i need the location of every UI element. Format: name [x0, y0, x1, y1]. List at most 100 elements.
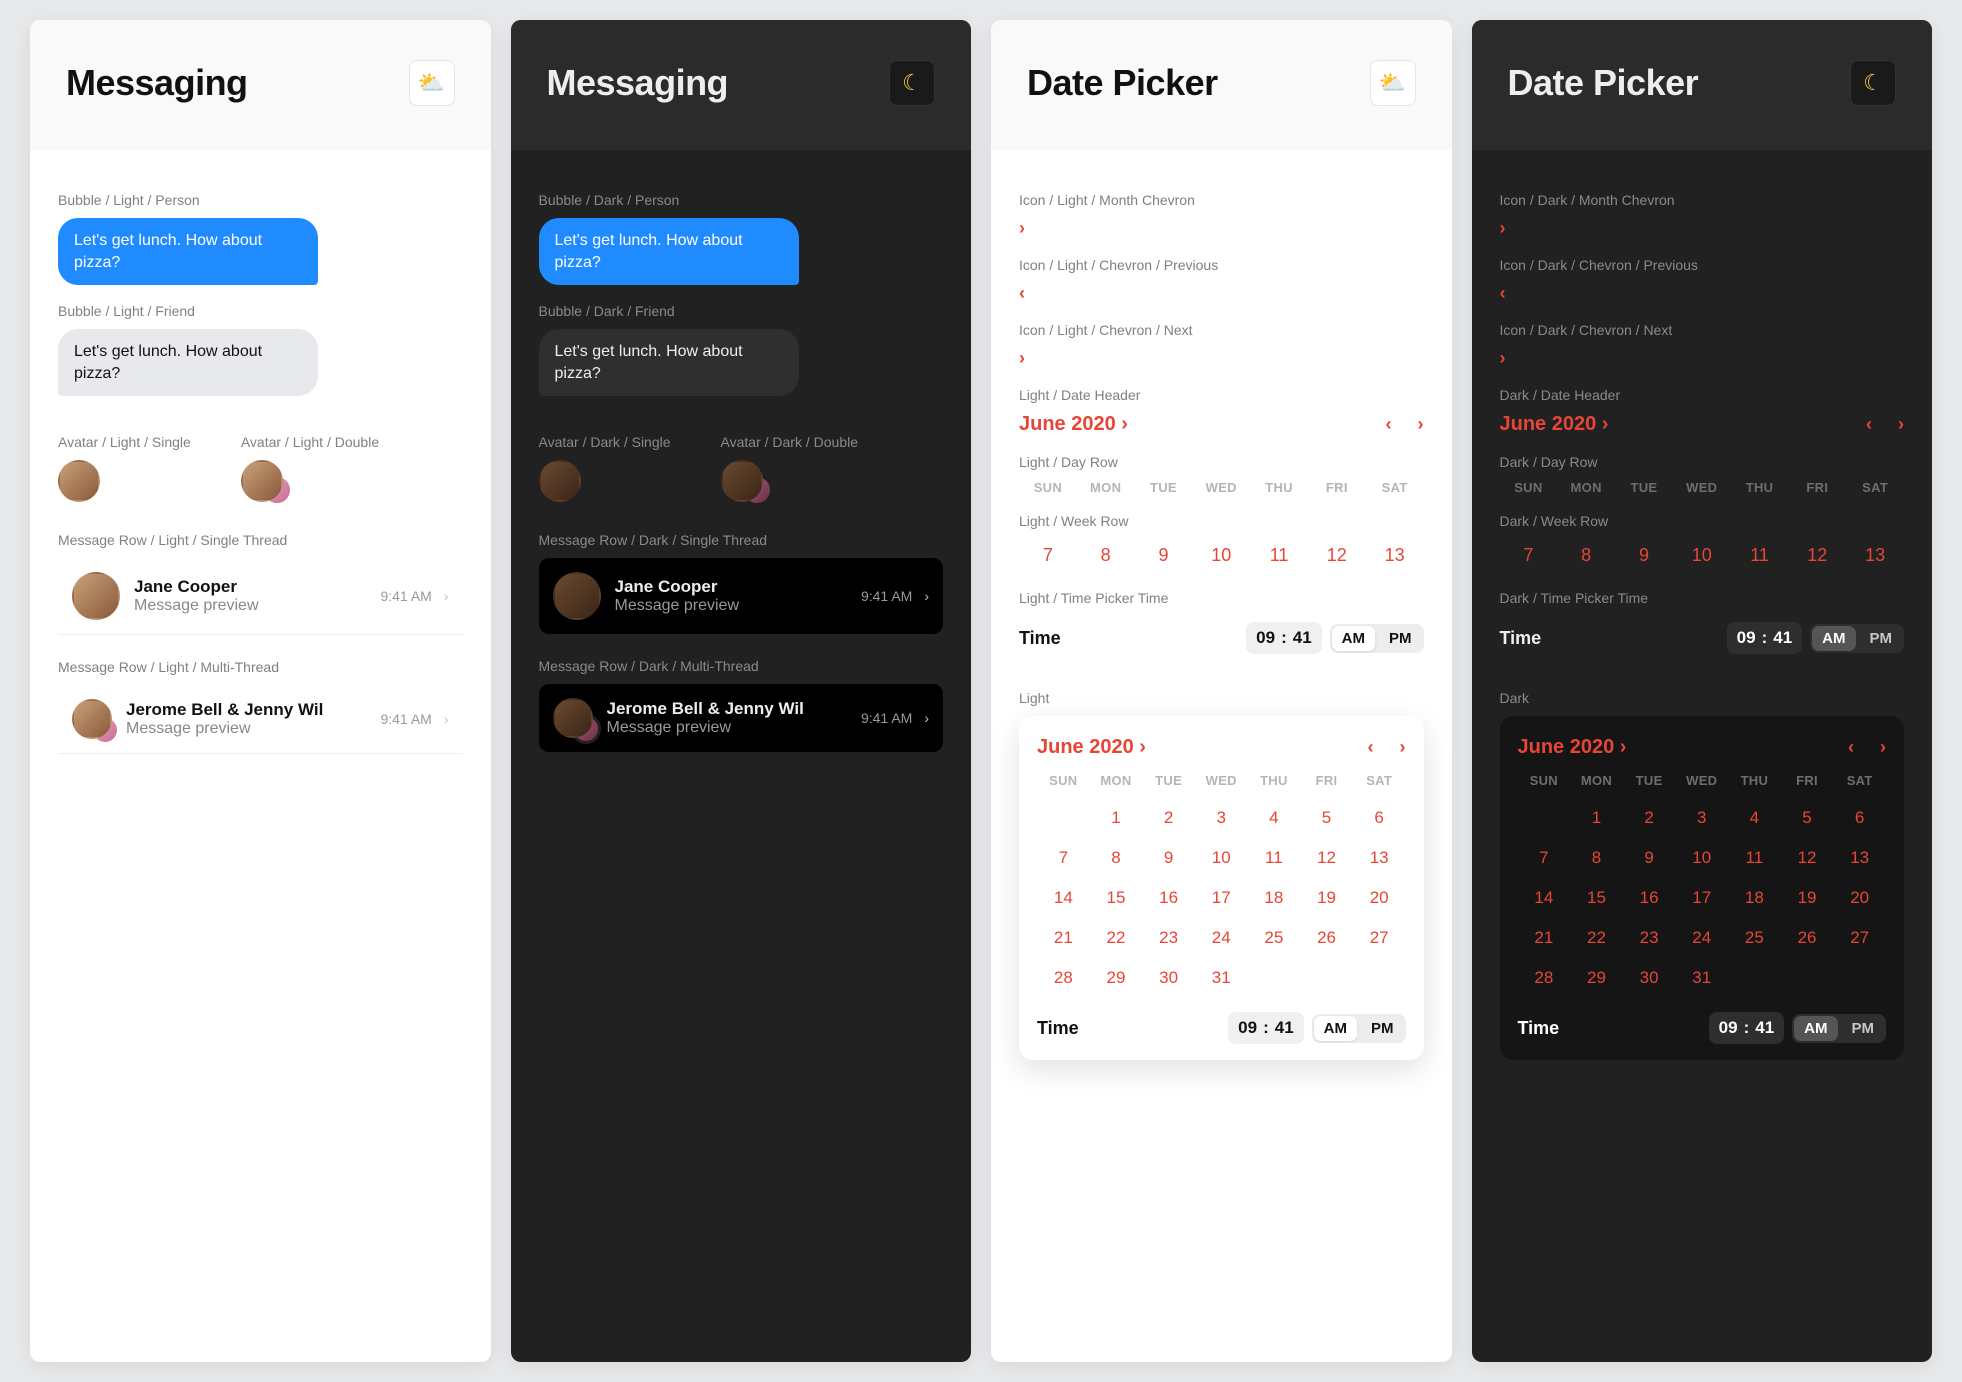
calendar-day[interactable]: 28	[1518, 958, 1571, 998]
calendar-day[interactable]: 5	[1300, 798, 1353, 838]
calendar-day[interactable]: 1	[1570, 798, 1623, 838]
calendar-day[interactable]: 24	[1195, 918, 1248, 958]
calendar-day[interactable]: 30	[1142, 958, 1195, 998]
calendar-day[interactable]: 17	[1195, 878, 1248, 918]
calendar-day[interactable]: 25	[1248, 918, 1301, 958]
ampm-segment[interactable]: AM PM	[1792, 1014, 1886, 1043]
calendar-day[interactable]: 26	[1781, 918, 1834, 958]
message-row-single[interactable]: Jane Cooper Message preview 9:41 AM ›	[58, 558, 463, 635]
time-value[interactable]: 09:41	[1727, 622, 1803, 654]
calendar-day[interactable]: 29	[1090, 958, 1143, 998]
calendar-day[interactable]: 18	[1728, 878, 1781, 918]
calendar-day[interactable]: 31	[1195, 958, 1248, 998]
prev-month-button[interactable]: ‹	[1866, 414, 1872, 435]
calendar-day[interactable]: 14	[1037, 878, 1090, 918]
calendar-day[interactable]: 22	[1570, 918, 1623, 958]
calendar-day[interactable]: 10	[1192, 539, 1250, 572]
calendar-day[interactable]: 14	[1518, 878, 1571, 918]
calendar-day[interactable]: 13	[1833, 838, 1886, 878]
calendar-day[interactable]: 10	[1673, 539, 1731, 572]
calendar-day[interactable]: 11	[1248, 838, 1301, 878]
ampm-segment[interactable]: AM PM	[1330, 624, 1424, 653]
calendar-day[interactable]: 26	[1300, 918, 1353, 958]
calendar-day[interactable]: 6	[1833, 798, 1886, 838]
calendar-day[interactable]: 8	[1090, 838, 1143, 878]
month-selector[interactable]: June 2020 ›	[1500, 413, 1609, 436]
calendar-day[interactable]: 15	[1090, 878, 1143, 918]
calendar-day[interactable]: 12	[1300, 838, 1353, 878]
calendar-day[interactable]: 9	[1623, 838, 1676, 878]
calendar-day[interactable]: 11	[1250, 539, 1308, 572]
ampm-segment[interactable]: AM PM	[1312, 1014, 1406, 1043]
calendar-day[interactable]: 18	[1248, 878, 1301, 918]
calendar-day[interactable]: 19	[1781, 878, 1834, 918]
message-row-multi[interactable]: Jerome Bell & Jenny Wil Message preview …	[58, 685, 463, 754]
calendar-day[interactable]: 16	[1623, 878, 1676, 918]
pm-option[interactable]: PM	[1858, 624, 1905, 653]
am-option[interactable]: AM	[1314, 1016, 1357, 1041]
month-selector[interactable]: June 2020 ›	[1037, 736, 1146, 759]
calendar-day[interactable]: 9	[1135, 539, 1193, 572]
calendar-day[interactable]: 13	[1846, 539, 1904, 572]
calendar-day[interactable]: 2	[1623, 798, 1676, 838]
calendar-day[interactable]: 20	[1353, 878, 1406, 918]
calendar-day[interactable]: 25	[1728, 918, 1781, 958]
calendar-day[interactable]: 4	[1248, 798, 1301, 838]
calendar-day[interactable]: 29	[1570, 958, 1623, 998]
calendar-day[interactable]: 9	[1142, 838, 1195, 878]
theme-toggle-button[interactable]: ☾	[889, 60, 935, 106]
theme-toggle-button[interactable]: ⛅	[409, 60, 455, 106]
pm-option[interactable]: PM	[1840, 1014, 1887, 1043]
prev-month-button[interactable]: ‹	[1386, 414, 1392, 435]
prev-month-button[interactable]: ‹	[1368, 737, 1374, 758]
am-option[interactable]: AM	[1332, 626, 1375, 651]
calendar-day[interactable]: 5	[1781, 798, 1834, 838]
calendar-day[interactable]: 19	[1300, 878, 1353, 918]
calendar-day[interactable]: 12	[1308, 539, 1366, 572]
calendar-day[interactable]: 7	[1019, 539, 1077, 572]
month-selector[interactable]: June 2020 ›	[1019, 413, 1128, 436]
calendar-day[interactable]: 27	[1833, 918, 1886, 958]
next-month-button[interactable]: ›	[1418, 414, 1424, 435]
chevron-next-icon[interactable]: ›	[1019, 348, 1424, 369]
month-chevron-icon[interactable]: ›	[1019, 218, 1424, 239]
time-value[interactable]: 09:41	[1246, 622, 1322, 654]
next-month-button[interactable]: ›	[1400, 737, 1406, 758]
theme-toggle-button[interactable]: ☾	[1850, 60, 1896, 106]
message-row-single[interactable]: Jane Cooper Message preview 9:41 AM ›	[539, 558, 944, 634]
calendar-day[interactable]: 12	[1788, 539, 1846, 572]
calendar-day[interactable]: 7	[1518, 838, 1571, 878]
pm-option[interactable]: PM	[1377, 624, 1424, 653]
message-row-multi[interactable]: Jerome Bell & Jenny Wil Message preview …	[539, 684, 944, 752]
calendar-day[interactable]: 13	[1366, 539, 1424, 572]
calendar-day[interactable]: 8	[1557, 539, 1615, 572]
calendar-day[interactable]: 7	[1500, 539, 1558, 572]
calendar-day[interactable]: 11	[1728, 838, 1781, 878]
am-option[interactable]: AM	[1794, 1016, 1837, 1041]
calendar-day[interactable]: 3	[1675, 798, 1728, 838]
prev-month-button[interactable]: ‹	[1848, 737, 1854, 758]
time-value[interactable]: 09:41	[1228, 1012, 1304, 1044]
calendar-day[interactable]: 7	[1037, 838, 1090, 878]
calendar-day[interactable]: 17	[1675, 878, 1728, 918]
calendar-day[interactable]: 23	[1623, 918, 1676, 958]
calendar-day[interactable]: 8	[1077, 539, 1135, 572]
calendar-day[interactable]: 2	[1142, 798, 1195, 838]
calendar-day[interactable]: 3	[1195, 798, 1248, 838]
calendar-day[interactable]: 15	[1570, 878, 1623, 918]
pm-option[interactable]: PM	[1359, 1014, 1406, 1043]
time-value[interactable]: 09:41	[1709, 1012, 1785, 1044]
calendar-day[interactable]: 24	[1675, 918, 1728, 958]
calendar-day[interactable]: 12	[1781, 838, 1834, 878]
chevron-next-icon[interactable]: ›	[1500, 348, 1905, 369]
month-selector[interactable]: June 2020 ›	[1518, 736, 1627, 759]
calendar-day[interactable]: 23	[1142, 918, 1195, 958]
ampm-segment[interactable]: AM PM	[1810, 624, 1904, 653]
calendar-day[interactable]: 10	[1675, 838, 1728, 878]
calendar-day[interactable]: 11	[1731, 539, 1789, 572]
calendar-day[interactable]: 30	[1623, 958, 1676, 998]
chevron-previous-icon[interactable]: ‹	[1019, 283, 1424, 304]
calendar-day[interactable]: 27	[1353, 918, 1406, 958]
month-chevron-icon[interactable]: ›	[1500, 218, 1905, 239]
calendar-day[interactable]: 20	[1833, 878, 1886, 918]
